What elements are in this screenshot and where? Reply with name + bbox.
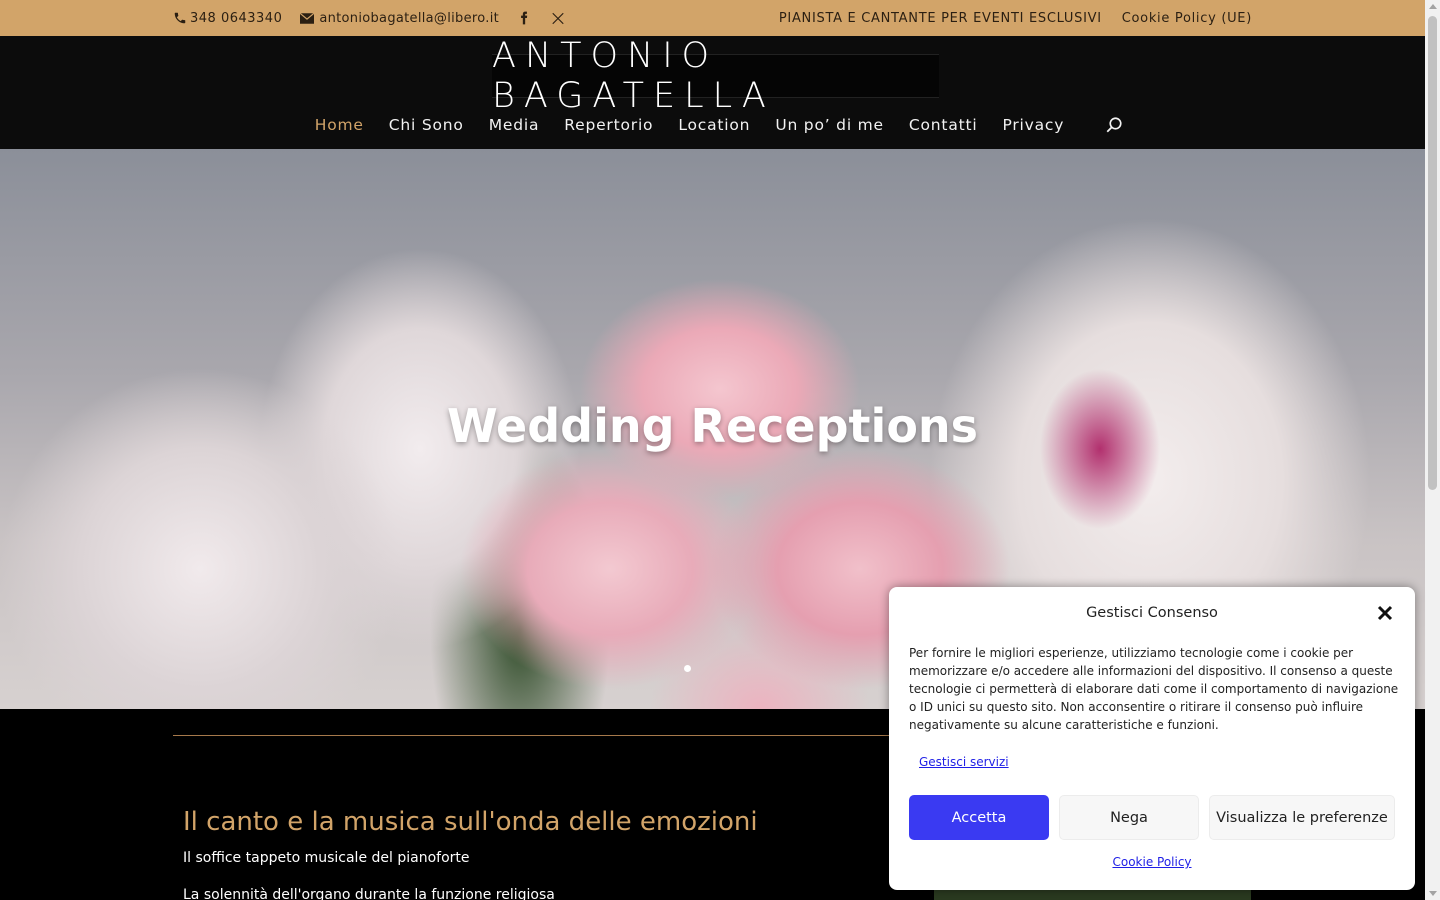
- site-header: ANTONIO BAGATELLA Home Chi Sono Media Re…: [0, 36, 1425, 149]
- nav-repertorio[interactable]: Repertorio: [564, 116, 653, 134]
- paragraph: Il soffice tappeto musicale del pianofor…: [183, 850, 470, 866]
- paragraph: La solennità dell'organo durante la funz…: [183, 887, 555, 900]
- page: 348 0643340 antoniobagatella@libero.it P…: [0, 0, 1440, 900]
- nav-privacy[interactable]: Privacy: [1002, 116, 1064, 134]
- consent-title: Gestisci Consenso: [1086, 605, 1218, 621]
- social-links: [517, 11, 565, 25]
- nav-un-po-di-me[interactable]: Un po’ di me: [775, 116, 884, 134]
- close-icon[interactable]: [1377, 605, 1393, 621]
- consent-text: Per fornire le migliori esperienze, util…: [909, 646, 1399, 732]
- scrollbar[interactable]: [1425, 0, 1440, 900]
- scroll-down-arrow[interactable]: [1429, 891, 1437, 896]
- nav-chi-sono[interactable]: Chi Sono: [389, 116, 464, 134]
- email-address: antoniobagatella@libero.it: [319, 10, 500, 26]
- scroll-up-arrow[interactable]: [1429, 4, 1437, 9]
- cookie-policy-link[interactable]: Cookie Policy (UE): [1122, 11, 1252, 26]
- envelope-icon: [300, 12, 315, 24]
- top-bar-contacts: 348 0643340 antoniobagatella@libero.it: [173, 0, 565, 36]
- accept-button[interactable]: Accetta: [909, 795, 1049, 840]
- search-icon[interactable]: [1105, 116, 1123, 134]
- nav-media[interactable]: Media: [489, 116, 540, 134]
- email-link[interactable]: antoniobagatella@libero.it: [300, 11, 499, 26]
- nav-contatti[interactable]: Contatti: [909, 116, 978, 134]
- slider-dot[interactable]: [684, 665, 691, 672]
- deny-button[interactable]: Nega: [1059, 795, 1199, 840]
- hero-title: Wedding Receptions: [446, 399, 979, 453]
- manage-services-link[interactable]: Gestisci servizi: [919, 755, 1009, 769]
- cookie-policy-link[interactable]: Cookie Policy: [889, 855, 1415, 869]
- tagline-link[interactable]: PIANISTA E CANTANTE PER EVENTI ESCLUSIVI: [779, 11, 1102, 26]
- nav-home[interactable]: Home: [315, 116, 364, 134]
- site-logo[interactable]: ANTONIO BAGATELLA: [492, 36, 939, 116]
- phone-link[interactable]: 348 0643340: [173, 11, 282, 26]
- phone-number: 348 0643340: [190, 10, 283, 26]
- view-preferences-button[interactable]: Visualizza le preferenze: [1209, 795, 1395, 840]
- main-nav: Home Chi Sono Media Repertorio Location …: [0, 116, 1425, 134]
- x-icon[interactable]: [551, 11, 565, 25]
- nav-location[interactable]: Location: [678, 116, 750, 134]
- scrollbar-thumb[interactable]: [1428, 16, 1437, 490]
- top-bar: 348 0643340 antoniobagatella@libero.it P…: [0, 0, 1425, 36]
- cookie-consent-dialog: Gestisci Consenso Per fornire le miglior…: [889, 587, 1415, 890]
- facebook-icon[interactable]: [517, 11, 531, 25]
- phone-icon: [174, 12, 186, 24]
- section-heading: Il canto e la musica sull'onda delle emo…: [183, 807, 758, 837]
- top-bar-links: PIANISTA E CANTANTE PER EVENTI ESCLUSIVI…: [779, 0, 1252, 36]
- content-image: [934, 890, 1251, 900]
